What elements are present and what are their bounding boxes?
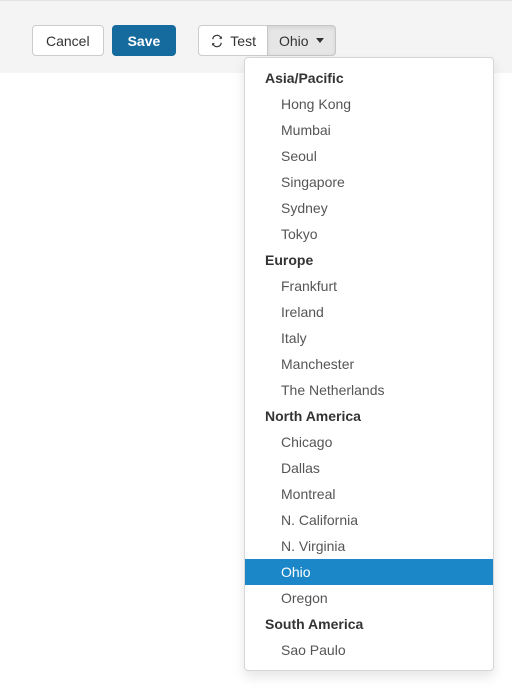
refresh-icon [210,34,224,48]
menu-item[interactable]: Seoul [245,143,493,169]
menu-item[interactable]: Frankfurt [245,273,493,299]
menu-item[interactable]: Sydney [245,195,493,221]
test-region-button-group: Test Ohio [198,25,336,56]
menu-group-header: Europe [265,252,314,268]
test-button-label: Test [230,32,256,49]
menu-item[interactable]: Singapore [245,169,493,195]
menu-group-header: Asia/Pacific [265,70,344,86]
menu-item[interactable]: N. Virginia [245,533,493,559]
menu-item[interactable]: Tokyo [245,221,493,247]
menu-item[interactable]: Mumbai [245,117,493,143]
menu-item[interactable]: Sao Paulo [245,637,493,663]
toolbar-button-row: Cancel Save Test Ohio [32,25,336,56]
menu-item[interactable]: Chicago [245,429,493,455]
menu-item[interactable]: Oregon [245,585,493,611]
save-button[interactable]: Save [111,25,177,56]
region-dropdown-label: Ohio [278,32,309,49]
menu-group-header: North America [265,408,361,424]
menu-item[interactable]: Ireland [245,299,493,325]
menu-item[interactable]: Hong Kong [245,91,493,117]
menu-group-header: South America [265,616,364,632]
menu-item[interactable]: Italy [245,325,493,351]
menu-item[interactable]: Ohio [245,559,493,585]
menu-item[interactable]: Dallas [245,455,493,481]
test-button[interactable]: Test [198,25,268,56]
region-dropdown-toggle[interactable]: Ohio [266,25,336,56]
menu-item[interactable]: Montreal [245,481,493,507]
menu-item[interactable]: The Netherlands [245,377,493,403]
caret-down-icon [315,38,324,43]
cancel-button[interactable]: Cancel [32,25,104,56]
region-dropdown-menu[interactable]: Asia/Pacific Hong Kong Mumbai Seoul Singapor… [244,57,494,671]
menu-item[interactable]: Manchester [245,351,493,377]
menu-item[interactable]: N. California [245,507,493,533]
